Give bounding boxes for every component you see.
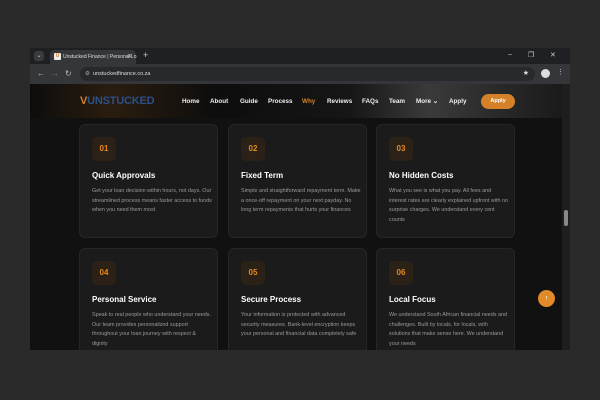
card-title: Quick Approvals bbox=[92, 171, 156, 180]
chevron-down-icon: ⌄ bbox=[432, 98, 439, 105]
feature-card: 01 Quick Approvals Get your loan decisio… bbox=[79, 124, 218, 238]
card-description: Your information is protected with advan… bbox=[241, 312, 357, 337]
nav-guide[interactable]: Guide bbox=[240, 98, 258, 105]
card-number: 02 bbox=[241, 137, 265, 161]
nav-home[interactable]: Home bbox=[182, 98, 200, 105]
logo[interactable]: VUNSTUCKED bbox=[80, 95, 155, 107]
card-title: Local Focus bbox=[389, 295, 436, 304]
nav-reviews[interactable]: Reviews bbox=[327, 98, 352, 105]
logo-text: UNSTUCKED bbox=[87, 95, 155, 107]
apply-button[interactable]: Apply bbox=[481, 94, 515, 109]
card-description: Speak to real people who understand your… bbox=[92, 312, 211, 347]
card-description: What you see is what you pay. All fees a… bbox=[389, 188, 508, 223]
card-number: 06 bbox=[389, 261, 413, 285]
card-title: Fixed Term bbox=[241, 171, 284, 180]
nav-apply[interactable]: Apply bbox=[449, 98, 467, 105]
card-number: 01 bbox=[92, 137, 116, 161]
arrow-up-icon: ↑ bbox=[544, 295, 549, 302]
feature-card: 02 Fixed Term Simple and straightforward… bbox=[228, 124, 367, 238]
feature-card: 05 Secure Process Your information is pr… bbox=[228, 248, 367, 350]
nav-team[interactable]: Team bbox=[389, 98, 405, 105]
card-description: We understand South African financial ne… bbox=[389, 312, 507, 347]
site-header: VUNSTUCKED Home About Guide Process Why … bbox=[30, 84, 562, 118]
card-title: Secure Process bbox=[241, 295, 302, 304]
nav-faqs[interactable]: FAQs bbox=[362, 98, 378, 105]
card-number: 05 bbox=[241, 261, 265, 285]
feature-card: 04 Personal Service Speak to real people… bbox=[79, 248, 218, 350]
nav-more-label: More bbox=[416, 98, 432, 105]
feature-card: 03 No Hidden Costs What you see is what … bbox=[376, 124, 515, 238]
scrollbar[interactable] bbox=[562, 84, 570, 350]
viewport: VUNSTUCKED Home About Guide Process Why … bbox=[30, 48, 570, 350]
card-number: 04 bbox=[92, 261, 116, 285]
scrollbar-thumb[interactable] bbox=[564, 210, 568, 226]
nav-why[interactable]: Why bbox=[302, 98, 315, 105]
scroll-to-top-button[interactable]: ↑ bbox=[538, 290, 555, 307]
card-description: Get your loan decision within hours, not… bbox=[92, 188, 212, 213]
card-description: Simple and straightforward repayment ter… bbox=[241, 188, 361, 213]
nav-more[interactable]: More ⌄ bbox=[416, 98, 438, 105]
card-title: No Hidden Costs bbox=[389, 171, 454, 180]
nav-process[interactable]: Process bbox=[268, 98, 293, 105]
card-number: 03 bbox=[389, 137, 413, 161]
nav-about[interactable]: About bbox=[210, 98, 228, 105]
feature-card: 06 Local Focus We understand South Afric… bbox=[376, 248, 515, 350]
card-title: Personal Service bbox=[92, 295, 157, 304]
